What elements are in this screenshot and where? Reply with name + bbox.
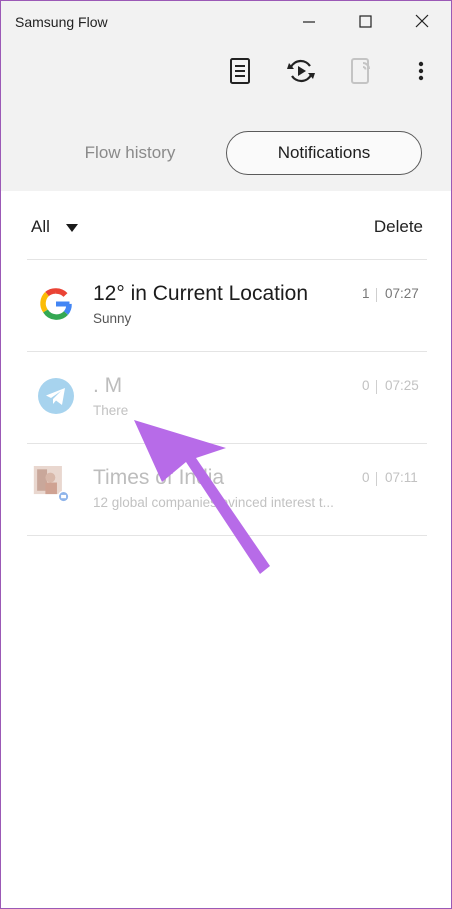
maximize-icon — [359, 15, 372, 28]
notification-subtitle: 12 global companies evinced interest t..… — [93, 495, 334, 510]
tab-bar: Flow history Notifications — [1, 105, 451, 191]
close-icon — [415, 14, 429, 28]
notification-time: 07:25 — [385, 378, 419, 393]
sync-button[interactable] — [285, 55, 317, 87]
chevron-down-icon — [66, 224, 78, 232]
toolbar — [1, 43, 451, 105]
title-bar: Samsung Flow — [1, 1, 451, 43]
notes-icon — [230, 58, 250, 84]
notification-subtitle: There — [93, 403, 129, 418]
divider — [376, 472, 377, 486]
more-icon — [418, 61, 424, 81]
sync-icon — [287, 59, 315, 83]
google-icon — [37, 285, 75, 323]
tab-notifications[interactable]: Notifications — [226, 131, 422, 175]
more-options-button[interactable] — [405, 55, 437, 87]
notification-time: 07:27 — [385, 286, 419, 301]
divider — [376, 380, 377, 394]
notification-item[interactable]: 12° in Current Location Sunny 1 07:27 — [1, 260, 451, 351]
close-button[interactable] — [409, 9, 435, 35]
delete-button[interactable]: Delete — [374, 217, 423, 237]
telegram-icon — [38, 378, 74, 414]
minimize-icon — [303, 21, 315, 23]
notes-button[interactable] — [224, 55, 256, 87]
device-icon — [351, 58, 370, 84]
minimize-button[interactable] — [296, 9, 322, 35]
notification-item[interactable]: Times of India 12 global companies evinc… — [1, 444, 451, 535]
notifications-panel: All Delete 12° in Current Location Sunny… — [1, 191, 451, 908]
app-title: Samsung Flow — [15, 14, 108, 30]
notification-title: 12° in Current Location — [93, 282, 309, 305]
device-button[interactable] — [345, 55, 377, 87]
samsung-flow-window: Samsung Flow Flow history Notifications … — [0, 0, 452, 909]
filter-dropdown[interactable]: All — [31, 217, 50, 237]
notification-subtitle: Sunny — [93, 311, 132, 326]
times-of-india-icon — [33, 466, 70, 503]
notification-title: Times of India — [93, 466, 225, 489]
notification-time: 07:11 — [385, 470, 418, 485]
notification-count: 0 — [362, 378, 370, 393]
divider — [376, 288, 377, 302]
maximize-button[interactable] — [352, 9, 378, 35]
notification-count: 1 — [362, 286, 370, 301]
notification-count: 0 — [362, 470, 370, 485]
notification-item[interactable]: . M There 0 07:25 — [1, 352, 451, 443]
divider — [27, 535, 427, 536]
tab-flow-history[interactable]: Flow history — [65, 131, 195, 175]
notification-title: . M — [93, 374, 123, 397]
